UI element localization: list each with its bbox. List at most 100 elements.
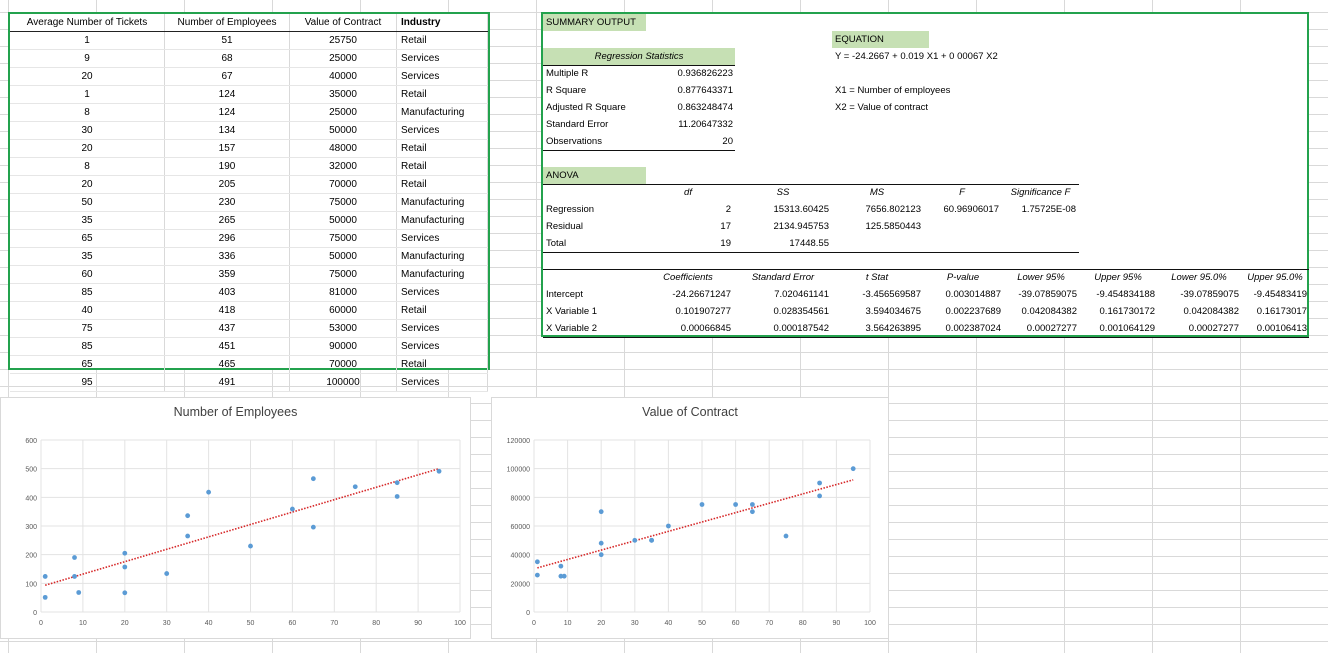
table-cell[interactable]: 65 bbox=[10, 355, 165, 374]
table-cell[interactable]: 75000 bbox=[289, 229, 397, 248]
table-cell[interactable]: 32000 bbox=[289, 157, 397, 176]
table-cell[interactable]: 25000 bbox=[289, 49, 397, 68]
table-cell[interactable]: Retail bbox=[396, 85, 488, 104]
anova-header[interactable]: SS bbox=[735, 184, 831, 201]
table-cell[interactable]: 8 bbox=[10, 157, 165, 176]
coef-value[interactable]: 0.00027277 bbox=[1003, 320, 1077, 337]
table-cell[interactable]: 67 bbox=[164, 67, 290, 86]
equation-text[interactable]: Y = -24.2667 + 0.019 X1 + 0 00067 X2 bbox=[835, 48, 998, 65]
anova-df[interactable]: 17 bbox=[643, 218, 731, 235]
anova-ss[interactable]: 15313.60425 bbox=[735, 201, 829, 218]
x1-definition[interactable]: X1 = Number of employees bbox=[835, 82, 950, 99]
anova-row-label[interactable]: Regression bbox=[546, 201, 594, 218]
table-cell[interactable]: Retail bbox=[396, 157, 488, 176]
coef-value[interactable]: 0.042084382 bbox=[1157, 303, 1239, 320]
table-cell[interactable]: 70000 bbox=[289, 175, 397, 194]
table-cell[interactable]: 25000 bbox=[289, 103, 397, 122]
coef-value[interactable]: -3.456569587 bbox=[831, 286, 921, 303]
table-cell[interactable]: 75000 bbox=[289, 265, 397, 284]
table-cell[interactable]: 465 bbox=[164, 355, 290, 374]
coef-header[interactable]: Lower 95% bbox=[1003, 269, 1079, 286]
table-cell[interactable]: 359 bbox=[164, 265, 290, 284]
regression-stats-header[interactable]: Regression Statistics bbox=[543, 48, 735, 65]
anova-header[interactable]: Significance F bbox=[1003, 184, 1078, 201]
employees-chart[interactable]: Number of Employees 0 100 200 300 400 500 600 0… bbox=[0, 397, 471, 639]
header-value-contract[interactable]: Value of Contract bbox=[289, 14, 397, 32]
table-cell[interactable]: 35 bbox=[10, 211, 165, 230]
anova-header[interactable]: F bbox=[923, 184, 1001, 201]
table-cell[interactable]: 50 bbox=[10, 193, 165, 212]
coef-value[interactable]: 3.594034675 bbox=[831, 303, 921, 320]
table-cell[interactable]: 40 bbox=[10, 301, 165, 320]
table-cell[interactable]: Retail bbox=[396, 175, 488, 194]
stat-value[interactable]: 0.936826223 bbox=[643, 65, 733, 82]
table-cell[interactable]: 30 bbox=[10, 121, 165, 140]
coef-value[interactable]: -24.26671247 bbox=[643, 286, 731, 303]
table-cell[interactable]: 48000 bbox=[289, 139, 397, 158]
coef-value[interactable]: 0.000187542 bbox=[735, 320, 829, 337]
coef-header[interactable]: Upper 95% bbox=[1079, 269, 1157, 286]
table-cell[interactable]: Services bbox=[396, 229, 488, 248]
coef-value[interactable]: 0.00106413 bbox=[1241, 320, 1307, 337]
stat-label[interactable]: Observations bbox=[546, 133, 602, 150]
stat-label[interactable]: R Square bbox=[546, 82, 586, 99]
coef-value[interactable]: 0.00066845 bbox=[643, 320, 731, 337]
coef-header[interactable]: P-value bbox=[923, 269, 1003, 286]
table-cell[interactable]: 20 bbox=[10, 67, 165, 86]
coef-row-label[interactable]: Intercept bbox=[546, 286, 583, 303]
table-cell[interactable]: Services bbox=[396, 337, 488, 356]
contract-chart[interactable]: Value of Contract 0 20000 40000 60000 80000 1… bbox=[491, 397, 889, 639]
anova-ms[interactable]: 125.5850443 bbox=[831, 218, 921, 235]
coef-value[interactable]: 0.042084382 bbox=[1003, 303, 1077, 320]
coef-value[interactable]: 0.16173017 bbox=[1241, 303, 1307, 320]
x2-definition[interactable]: X2 = Value of contract bbox=[835, 99, 928, 116]
table-cell[interactable]: 124 bbox=[164, 103, 290, 122]
table-cell[interactable]: 95 bbox=[10, 373, 165, 392]
table-cell[interactable]: 51 bbox=[164, 31, 290, 50]
table-cell[interactable]: 35000 bbox=[289, 85, 397, 104]
table-cell[interactable]: 8 bbox=[10, 103, 165, 122]
coef-header[interactable]: Lower 95.0% bbox=[1157, 269, 1241, 286]
table-cell[interactable]: 85 bbox=[10, 283, 165, 302]
coef-header[interactable]: Coefficients bbox=[643, 269, 733, 286]
table-cell[interactable]: 134 bbox=[164, 121, 290, 140]
table-cell[interactable]: 50000 bbox=[289, 247, 397, 266]
table-cell[interactable]: 437 bbox=[164, 319, 290, 338]
coef-value[interactable]: 0.002387024 bbox=[923, 320, 1001, 337]
table-cell[interactable]: Services bbox=[396, 319, 488, 338]
table-cell[interactable]: 53000 bbox=[289, 319, 397, 338]
table-cell[interactable]: 20 bbox=[10, 175, 165, 194]
table-cell[interactable]: Manufacturing bbox=[396, 193, 488, 212]
table-cell[interactable]: 68 bbox=[164, 49, 290, 68]
coef-value[interactable]: 0.00027277 bbox=[1157, 320, 1239, 337]
table-cell[interactable]: 50000 bbox=[289, 211, 397, 230]
anova-f[interactable]: 60.96906017 bbox=[923, 201, 999, 218]
anova-row-label[interactable]: Total bbox=[546, 235, 566, 252]
anova-df[interactable]: 19 bbox=[643, 235, 731, 252]
table-cell[interactable]: Manufacturing bbox=[396, 103, 488, 122]
anova-label[interactable]: ANOVA bbox=[543, 167, 646, 184]
table-cell[interactable]: 124 bbox=[164, 85, 290, 104]
table-cell[interactable]: 40000 bbox=[289, 67, 397, 86]
table-cell[interactable]: 157 bbox=[164, 139, 290, 158]
stat-label[interactable]: Adjusted R Square bbox=[546, 99, 626, 116]
coef-row-label[interactable]: X Variable 1 bbox=[546, 303, 597, 320]
table-cell[interactable]: Retail bbox=[396, 31, 488, 50]
header-industry[interactable]: Industry bbox=[396, 14, 488, 32]
table-cell[interactable]: Retail bbox=[396, 301, 488, 320]
table-cell[interactable]: 25750 bbox=[289, 31, 397, 50]
stat-label[interactable]: Standard Error bbox=[546, 116, 608, 133]
table-cell[interactable]: 65 bbox=[10, 229, 165, 248]
table-cell[interactable]: 35 bbox=[10, 247, 165, 266]
table-cell[interactable]: 81000 bbox=[289, 283, 397, 302]
equation-label[interactable]: EQUATION bbox=[832, 31, 929, 48]
table-cell[interactable]: 265 bbox=[164, 211, 290, 230]
table-cell[interactable]: 90000 bbox=[289, 337, 397, 356]
table-cell[interactable]: Retail bbox=[396, 355, 488, 374]
table-cell[interactable]: Services bbox=[396, 283, 488, 302]
table-cell[interactable]: 230 bbox=[164, 193, 290, 212]
stat-value[interactable]: 0.863248474 bbox=[643, 99, 733, 116]
table-cell[interactable]: 50000 bbox=[289, 121, 397, 140]
table-cell[interactable]: Services bbox=[396, 121, 488, 140]
table-cell[interactable]: Manufacturing bbox=[396, 247, 488, 266]
